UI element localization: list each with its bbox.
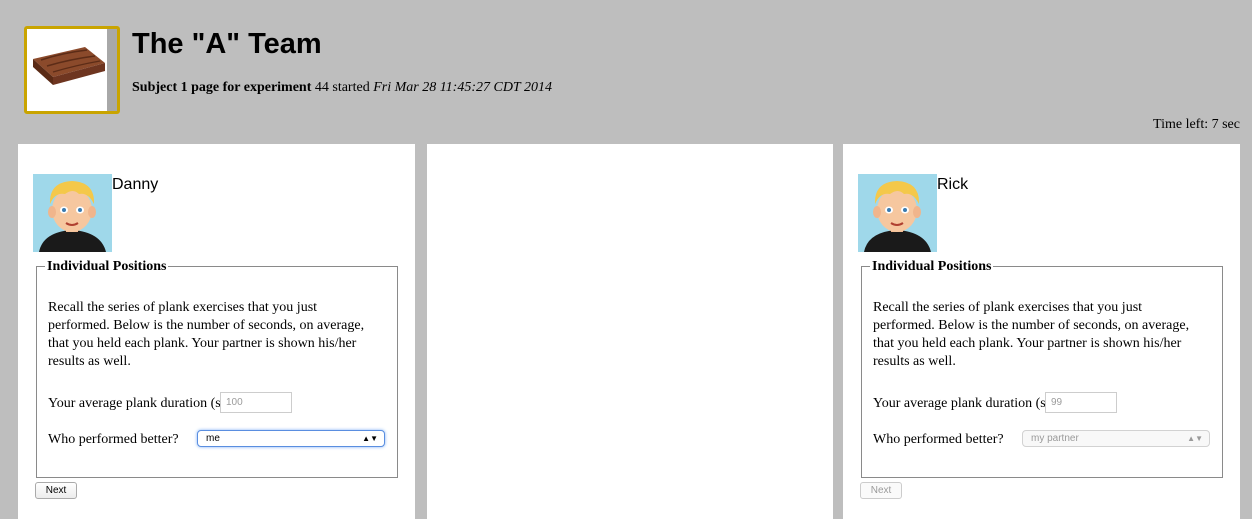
- who-performed-better-select[interactable]: me ▲▼: [197, 430, 385, 447]
- right-player-panel: Rick Individual Positions Recall the ser…: [843, 144, 1240, 519]
- center-panel: [427, 144, 833, 519]
- better-label: Who performed better?: [48, 432, 179, 447]
- select-arrows-icon: ▲▼: [362, 434, 378, 443]
- select-value: me: [206, 433, 220, 444]
- duration-label: Your average plank duration (sec):: [48, 396, 242, 411]
- who-performed-better-select[interactable]: my partner ▲▼: [1022, 430, 1210, 447]
- left-player-panel: Danny Individual Positions Recall the se…: [18, 144, 415, 519]
- player-name: Danny: [112, 176, 159, 193]
- fieldset-legend: Individual Positions: [45, 258, 169, 276]
- select-arrows-icon: ▲▼: [1187, 434, 1203, 443]
- instructions-text: Recall the series of plank exercises tha…: [873, 300, 1190, 369]
- better-label: Who performed better?: [873, 432, 1004, 447]
- start-time: Fri Mar 28 11:45:27 CDT 2014: [373, 80, 552, 95]
- subject-label: Subject 1 page for experiment: [132, 80, 312, 95]
- better-row: Who performed better? my partner ▲▼: [873, 430, 1210, 449]
- plank-logo-icon: [24, 26, 120, 114]
- page-title: The "A" Team: [132, 28, 322, 60]
- instructions-text: Recall the series of plank exercises tha…: [48, 300, 365, 369]
- avatar-icon: [33, 174, 112, 252]
- duration-input[interactable]: 100: [220, 392, 292, 413]
- header: The "A" Team Subject 1 page for experime…: [0, 0, 1252, 140]
- duration-row: Your average plank duration (sec): 99: [873, 392, 1117, 413]
- duration-label: Your average plank duration (sec):: [873, 396, 1067, 411]
- duration-input[interactable]: 99: [1045, 392, 1117, 413]
- individual-positions-fieldset: Individual Positions Recall the series o…: [36, 258, 398, 478]
- fieldset-legend: Individual Positions: [870, 258, 994, 276]
- next-button[interactable]: Next: [860, 482, 902, 499]
- select-value: my partner: [1031, 433, 1079, 444]
- individual-positions-fieldset: Individual Positions Recall the series o…: [861, 258, 1223, 478]
- experiment-info: Subject 1 page for experiment 44 started…: [132, 79, 552, 97]
- next-button[interactable]: Next: [35, 482, 77, 499]
- player-name: Rick: [937, 176, 969, 193]
- experiment-number: 44 started: [311, 80, 374, 95]
- avatar-icon: [858, 174, 937, 252]
- better-row: Who performed better? me ▲▼: [48, 430, 385, 449]
- time-left: Time left: 7 sec: [1153, 117, 1240, 132]
- duration-row: Your average plank duration (sec): 100: [48, 392, 292, 413]
